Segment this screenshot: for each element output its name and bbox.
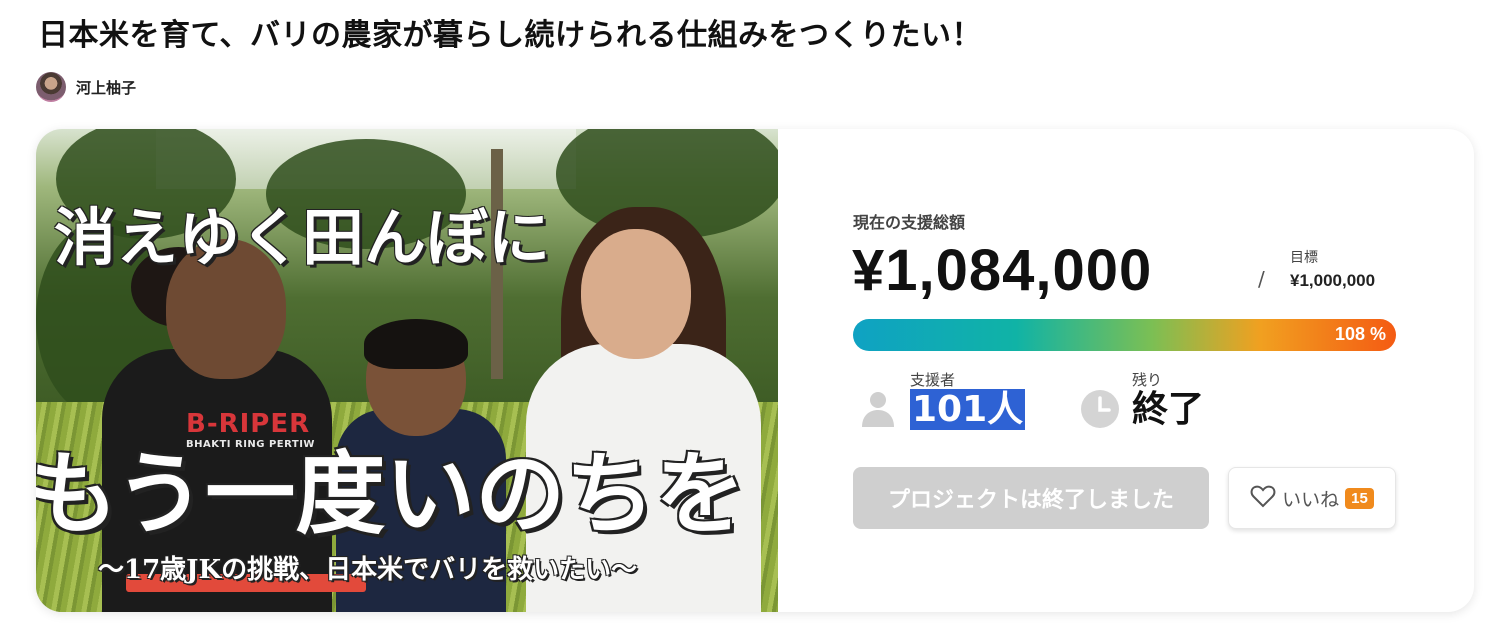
hero-headline-main: もう一度いのちを	[36, 441, 746, 547]
person-icon	[858, 389, 898, 429]
funding-progress-bar: 108 %	[853, 319, 1396, 351]
hero-subtitle: 〜17歳JKの挑戦、日本米でバリを救いたい〜	[98, 555, 638, 585]
remaining-value: 終了	[1132, 389, 1205, 430]
backers-stat: 支援者 101人	[858, 369, 1026, 430]
author-avatar[interactable]	[36, 72, 66, 102]
project-title: 日本米を育て、バリの農家が暮らし続けられる仕組みをつくりたい！	[38, 18, 982, 53]
author[interactable]: 河上柚子	[36, 72, 136, 102]
backers-label: 支援者	[910, 371, 956, 389]
hero-image: B-RIPER BHAKTI RING PERTIW 消えゆく田んぼに もう一度…	[36, 129, 778, 612]
like-count-badge: 15	[1345, 487, 1374, 509]
hero-headline-top: 消えゆく田んぼに	[54, 201, 551, 274]
girl-face	[581, 229, 691, 359]
remaining-stat: 残り 終了	[1080, 369, 1204, 430]
amount-value: ¥1,084,000	[852, 238, 1153, 303]
author-name[interactable]: 河上柚子	[76, 77, 136, 98]
goal-value: ¥1,000,000	[1290, 271, 1376, 290]
project-card: B-RIPER BHAKTI RING PERTIW 消えゆく田んぼに もう一度…	[36, 129, 1474, 612]
boy-hair	[364, 319, 468, 369]
stats-panel: 現在の支援総額 ¥1,084,000 / 目標 ¥1,000,000 108 %…	[778, 129, 1474, 612]
goal-separator: /	[1258, 267, 1265, 291]
clock-icon	[1080, 389, 1120, 429]
progress-fill	[853, 319, 1396, 351]
remaining-label: 残り	[1132, 371, 1163, 389]
goal-label: 目標	[1290, 250, 1318, 266]
amount-label: 現在の支援総額	[853, 213, 966, 232]
like-label: いいね	[1282, 488, 1340, 511]
project-ended-button[interactable]: プロジェクトは終了しました	[853, 467, 1209, 529]
backers-value: 101人	[910, 389, 1026, 430]
heart-icon	[1250, 484, 1276, 513]
like-button[interactable]: いいね 15	[1228, 467, 1396, 529]
progress-percent: 108 %	[1334, 324, 1386, 344]
